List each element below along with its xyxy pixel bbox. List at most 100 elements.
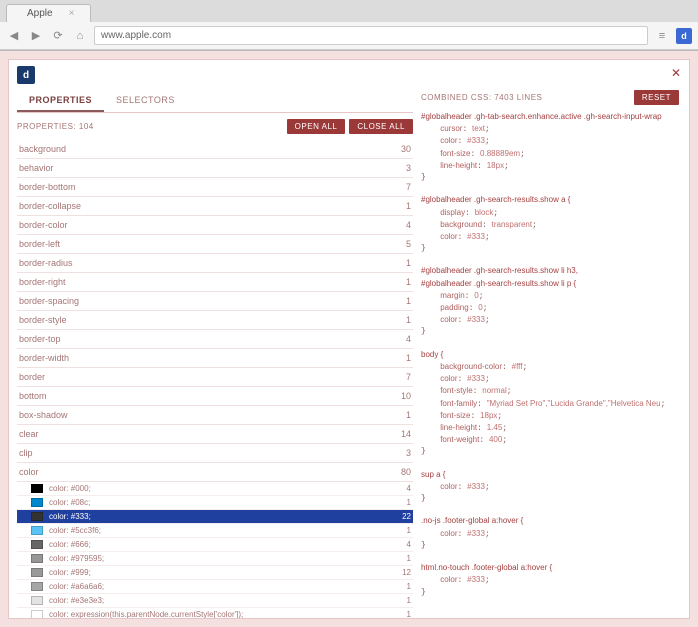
property-row[interactable]: bottom 10 (17, 387, 413, 406)
property-count: 10 (401, 391, 411, 401)
property-row[interactable]: border-bottom 7 (17, 178, 413, 197)
extension-icon[interactable]: d (676, 28, 692, 44)
color-label: color: #979595; (49, 554, 104, 563)
color-swatch (31, 512, 43, 521)
property-count: 1 (406, 410, 411, 420)
properties-count: PROPERTIES: 104 (17, 122, 94, 131)
property-row[interactable]: border-left 5 (17, 235, 413, 254)
devtools-panel: d ✕ PROPERTIES SELECTORS PROPERTIES: 104… (8, 59, 690, 619)
property-row[interactable]: border-width1 (17, 349, 413, 368)
property-row[interactable]: behavior3 (17, 159, 413, 178)
color-count: 1 (407, 610, 411, 619)
menu-icon[interactable]: ≡ (654, 28, 670, 44)
color-count: 1 (407, 596, 411, 605)
color-count: 1 (407, 498, 411, 507)
property-row[interactable]: box-shadow1 (17, 406, 413, 425)
property-count: 3 (406, 448, 411, 458)
color-value-row[interactable]: color: #000; 4 (17, 482, 413, 496)
color-value-row[interactable]: color: #5cc3f6;1 (17, 524, 413, 538)
home-icon[interactable]: ⌂ (72, 28, 88, 44)
close-icon[interactable]: ✕ (671, 66, 681, 84)
property-count: 80 (401, 467, 411, 477)
color-value-row[interactable]: color: #e3e3e3; 1 (17, 594, 413, 608)
property-name: border-spacing (19, 296, 79, 306)
tab-selectors[interactable]: SELECTORS (104, 90, 187, 112)
color-label: color: #5cc3f6; (49, 526, 101, 535)
property-row[interactable]: border-spacing 1 (17, 292, 413, 311)
tab-title: Apple (27, 8, 53, 19)
back-icon[interactable]: ◀ (6, 28, 22, 44)
property-row[interactable]: border-color4 (17, 216, 413, 235)
color-swatch (31, 582, 43, 591)
forward-icon[interactable]: ▶ (28, 28, 44, 44)
color-value-row[interactable]: color: #333; 22 (17, 510, 413, 524)
property-row[interactable]: border-style1 (17, 311, 413, 330)
property-count: 1 (406, 258, 411, 268)
css-code[interactable]: #globalheader .gh-tab-search.enhance.act… (421, 111, 681, 611)
property-count: 1 (406, 201, 411, 211)
color-label: color: #333; (49, 512, 91, 521)
color-swatch (31, 596, 43, 605)
url-input[interactable]: www.apple.com (94, 26, 648, 45)
open-all-button[interactable]: OPEN ALL (287, 119, 346, 134)
property-count: 7 (406, 372, 411, 382)
color-count: 12 (402, 568, 411, 577)
property-count: 5 (406, 239, 411, 249)
property-row[interactable]: background 30 (17, 140, 413, 159)
property-name: border (19, 372, 45, 382)
property-name: clear (19, 429, 39, 439)
color-value-row[interactable]: color: #666;4 (17, 538, 413, 552)
property-name: border-collapse (19, 201, 81, 211)
color-swatch (31, 610, 43, 619)
property-name: border-left (19, 239, 60, 249)
property-row[interactable]: clear14 (17, 425, 413, 444)
properties-list[interactable]: background30behavior3border-bottom7borde… (17, 140, 413, 619)
color-label: color: expression(this.parentNode.curren… (49, 610, 243, 619)
property-row[interactable]: border 7 (17, 368, 413, 387)
color-swatch (31, 484, 43, 493)
close-all-button[interactable]: CLOSE ALL (349, 119, 413, 134)
property-name: border-color (19, 220, 68, 230)
property-name: background (19, 144, 66, 154)
property-row[interactable]: border-collapse 1 (17, 197, 413, 216)
color-value-row[interactable]: color: #999; 12 (17, 566, 413, 580)
color-label: color: #000; (49, 484, 91, 493)
color-swatch (31, 498, 43, 507)
property-name: bottom (19, 391, 47, 401)
color-count: 4 (407, 484, 411, 493)
color-swatch (31, 568, 43, 577)
color-value-row[interactable]: color: #08c; 1 (17, 496, 413, 510)
color-count: 22 (402, 512, 411, 521)
reload-icon[interactable]: ⟳ (50, 28, 66, 44)
reset-button[interactable]: RESET (634, 90, 679, 105)
property-count: 4 (406, 334, 411, 344)
property-row[interactable]: border-top 4 (17, 330, 413, 349)
property-row[interactable]: color80 (17, 463, 413, 482)
property-name: border-right (19, 277, 66, 287)
color-value-row[interactable]: color: expression(this.parentNode.curren… (17, 608, 413, 619)
color-label: color: #999; (49, 568, 91, 577)
color-swatch (31, 526, 43, 535)
browser-chrome: Apple × ◀ ▶ ⟳ ⌂ www.apple.com ≡ d (0, 0, 698, 51)
color-label: color: #e3e3e3; (49, 596, 104, 605)
property-name: border-top (19, 334, 61, 344)
color-value-row[interactable]: color: #979595;1 (17, 552, 413, 566)
property-name: border-bottom (19, 182, 76, 192)
property-name: border-style (19, 315, 67, 325)
property-row[interactable]: clip3 (17, 444, 413, 463)
app-logo: d (17, 66, 35, 84)
property-row[interactable]: border-radius 1 (17, 254, 413, 273)
color-value-row[interactable]: color: #a6a6a6;1 (17, 580, 413, 594)
property-count: 1 (406, 296, 411, 306)
tab-properties[interactable]: PROPERTIES (17, 90, 104, 112)
property-row[interactable]: border-right1 (17, 273, 413, 292)
property-count: 1 (406, 353, 411, 363)
property-count: 7 (406, 182, 411, 192)
color-swatch (31, 554, 43, 563)
close-icon[interactable]: × (69, 8, 75, 19)
property-name: border-radius (19, 258, 73, 268)
color-label: color: #08c; (49, 498, 90, 507)
browser-tab[interactable]: Apple × (6, 4, 91, 22)
property-count: 30 (401, 144, 411, 154)
color-label: color: #666; (49, 540, 91, 549)
